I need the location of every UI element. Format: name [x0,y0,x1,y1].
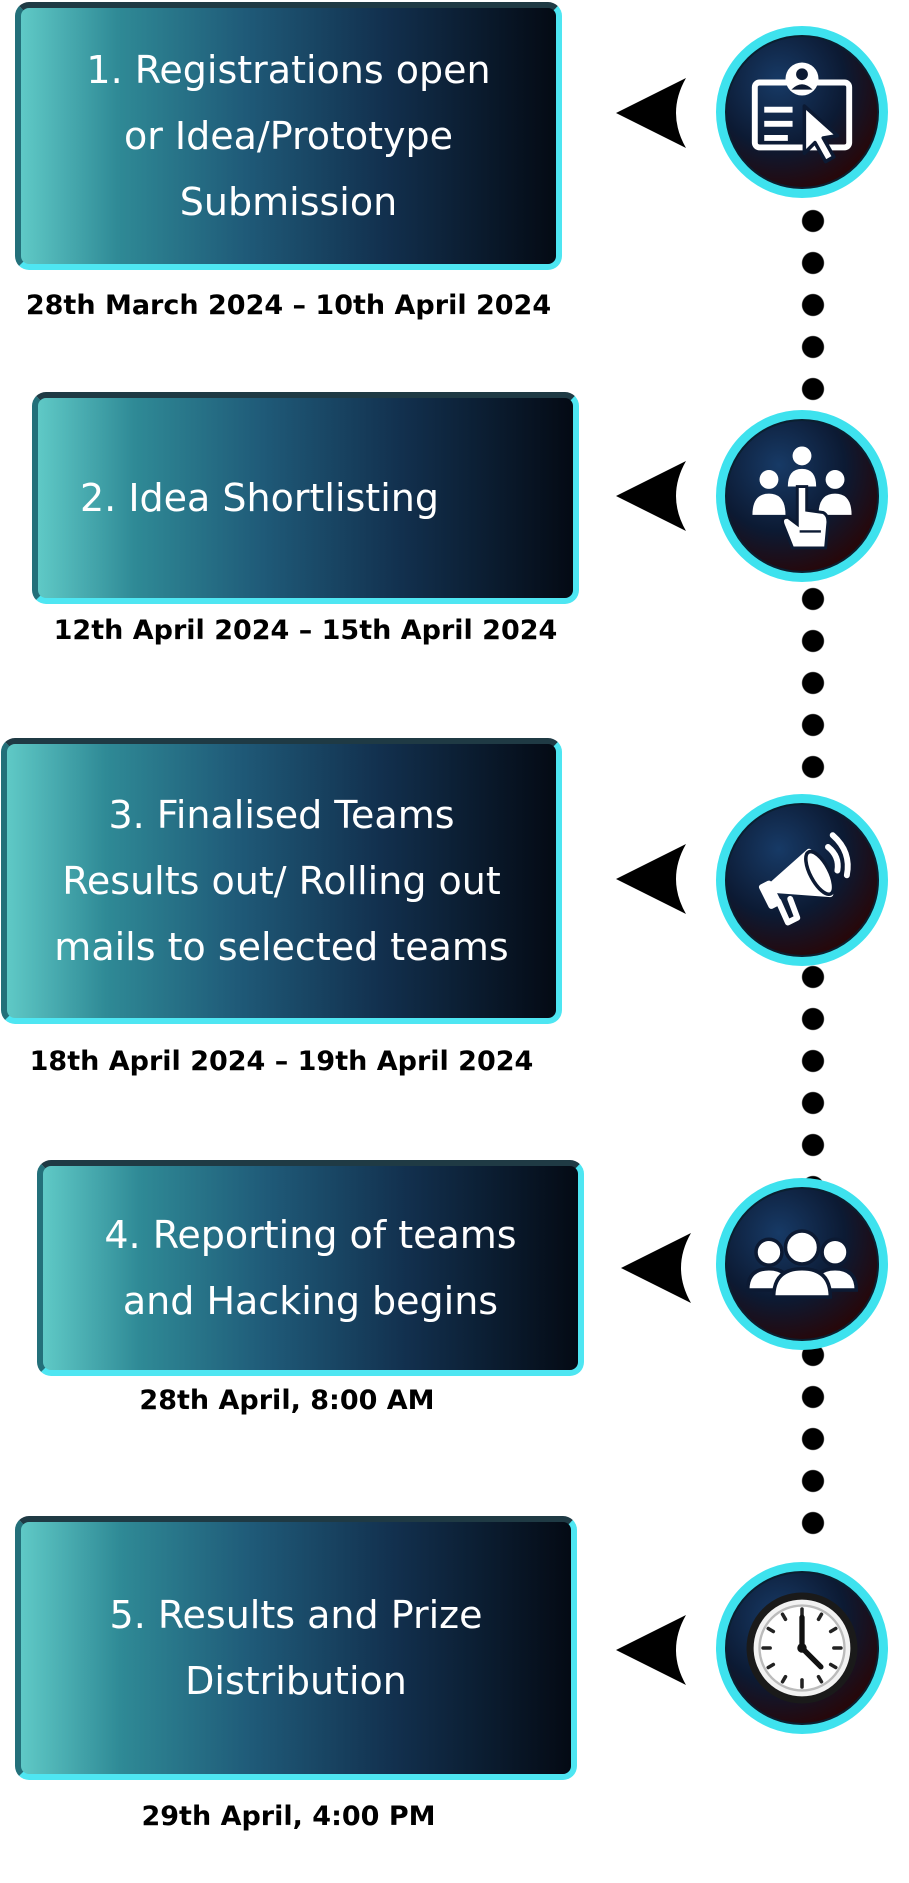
step-3-box: 3. Finalised Teams Results out/ Rolling … [1,738,562,1024]
arrow-left-icon [621,1233,691,1303]
step-1-title: 1. Registrations open or Idea/Prototype … [86,48,491,224]
step-5-box: 5. Results and Prize Distribution [15,1516,577,1780]
step-4-date: 28th April, 8:00 AM [139,1385,435,1416]
step-5-date: 29th April, 4:00 PM [141,1801,436,1832]
shortlist-icon [752,446,852,550]
step-4-icon-circle [716,1178,888,1350]
step-2-title: 2. Idea Shortlisting [80,476,439,520]
step-3-icon-circle [716,794,888,966]
arrow-left-icon [616,844,686,914]
arrow-left-icon [616,78,686,148]
step-1-date: 28th March 2024 – 10th April 2024 [25,290,552,321]
clock-icon [746,1592,858,1704]
team-icon [745,1229,859,1299]
step-2-box: 2. Idea Shortlisting [32,392,579,604]
arrow-left-icon [616,1615,686,1685]
arrow-left-icon [616,461,686,531]
step-3-date: 18th April 2024 – 19th April 2024 [29,1046,534,1077]
step-1-icon-circle [716,26,888,198]
megaphone-icon [758,832,851,926]
step-1-box: 1. Registrations open or Idea/Prototype … [15,2,562,270]
step-4-box: 4. Reporting of teams and Hacking begins [37,1160,584,1376]
step-5-title: 5. Results and Prize Distribution [109,1593,483,1703]
step-4-title: 4. Reporting of teams and Hacking begins [104,1213,517,1323]
step-2-icon-circle [716,410,888,582]
step-3-title: 3. Finalised Teams Results out/ Rolling … [54,793,509,969]
step-5-icon-circle [716,1562,888,1734]
registration-icon [751,62,853,164]
step-2-date: 12th April 2024 – 15th April 2024 [53,615,558,646]
